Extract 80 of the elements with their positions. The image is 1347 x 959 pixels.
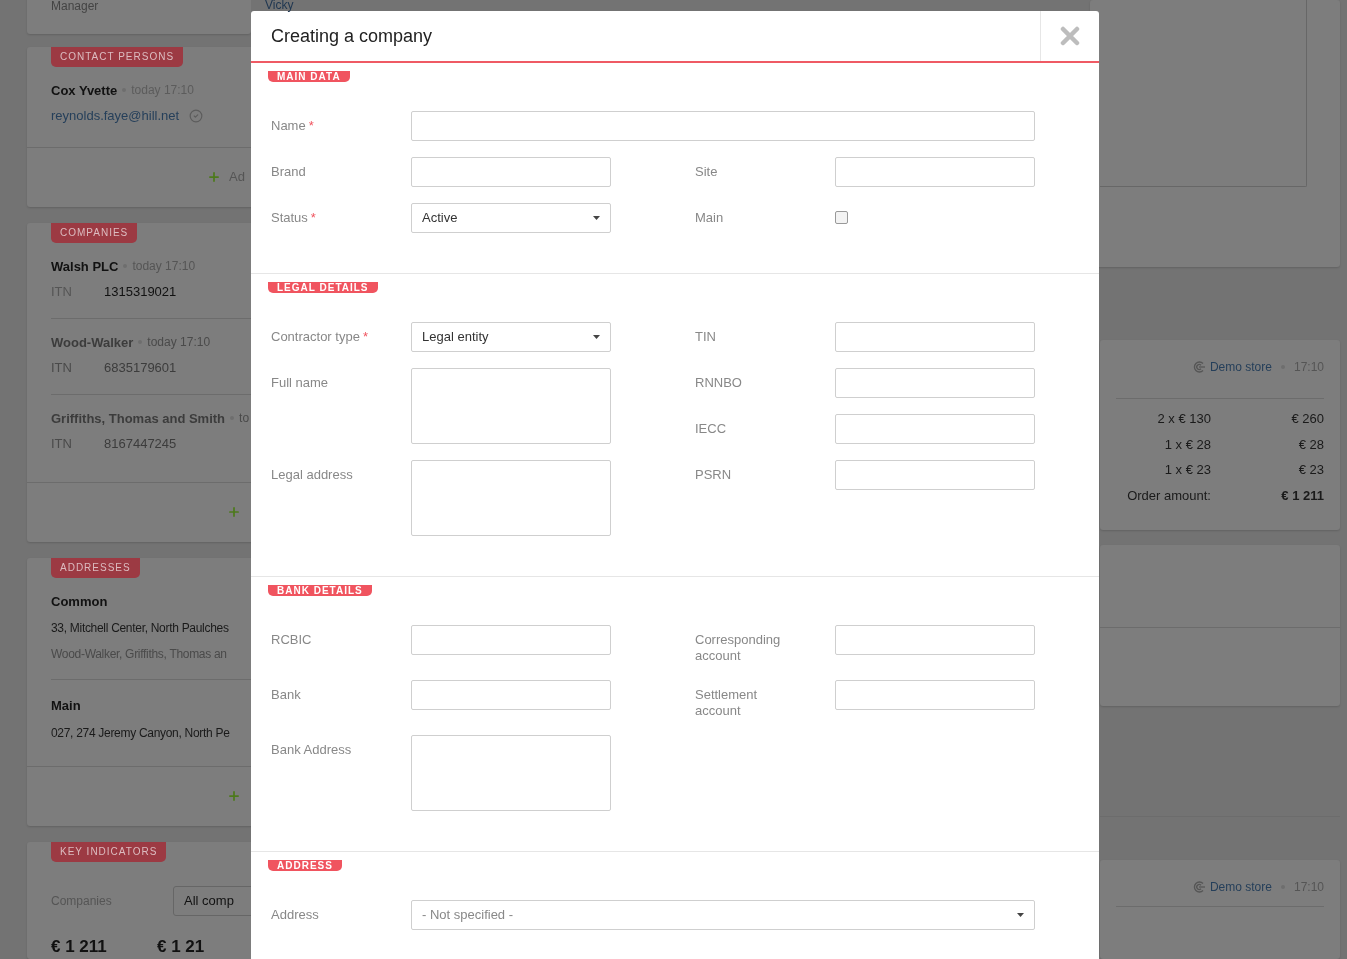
field-label: Address (271, 906, 320, 923)
section-badge: MAIN DATA (268, 71, 350, 82)
field-label: IECC (695, 420, 728, 437)
itn-value: 1315319021 (104, 283, 177, 301)
store-logo-icon (1191, 880, 1206, 895)
field-label: TIN (695, 328, 717, 345)
plus-icon (227, 789, 241, 803)
text-field[interactable] (835, 157, 1035, 187)
field-label: PSRN (695, 466, 733, 483)
total-label: Order amount: (1126, 486, 1211, 505)
manager-value[interactable]: Vicky (265, 0, 294, 11)
indicator-value: € 1 21 (157, 935, 206, 958)
text-field[interactable] (411, 111, 1035, 141)
field-label: Bank Address (271, 741, 353, 758)
item-sum: € 28 (1297, 435, 1324, 454)
caret-icon (593, 335, 600, 339)
text-area[interactable] (411, 368, 611, 444)
field-label: RCBIC (271, 631, 313, 648)
text-field[interactable] (411, 625, 611, 655)
field-label: Corresponding account (695, 631, 782, 664)
caret-icon (593, 216, 600, 220)
text-field[interactable] (411, 157, 611, 187)
field-label: Bank (271, 686, 302, 703)
field-label: Status * (271, 209, 317, 226)
field-label: RNNBO (695, 374, 743, 391)
store-link[interactable]: Demo store (1209, 878, 1272, 897)
company-name: Wood-Walker (51, 333, 134, 352)
text-field[interactable] (835, 368, 1035, 398)
close-icon (1060, 26, 1080, 46)
store-link[interactable]: Demo store (1209, 358, 1272, 377)
plus-icon (227, 505, 241, 519)
text-field[interactable] (835, 625, 1035, 655)
store-logo-icon (1191, 360, 1206, 375)
itn-value: 6835179601 (104, 359, 177, 377)
manager-label: Manager (51, 0, 99, 12)
item-quantity: 1 x € 23 (1163, 461, 1211, 480)
itn-value: 8167447245 (104, 435, 177, 453)
text-field[interactable] (411, 680, 611, 710)
item-quantity: 2 x € 130 (1156, 410, 1211, 429)
field-label: Brand (271, 163, 307, 180)
text-field[interactable] (835, 460, 1035, 490)
plus-icon (207, 170, 221, 184)
item-sum: € 23 (1297, 461, 1324, 480)
section-badge: COMPANIES (51, 222, 138, 243)
field-label: Full name (271, 374, 330, 391)
field-label: Site (695, 163, 719, 180)
select-field[interactable]: - Not specified - (411, 900, 1035, 930)
company-name: Walsh PLC (51, 257, 119, 276)
checkbox[interactable] (835, 211, 848, 224)
section-badge: ADDRESS (268, 860, 342, 871)
select-field[interactable]: Active (411, 203, 611, 233)
contact-name: Cox Yvette (51, 81, 118, 100)
indicator-value: € 1 211 (51, 935, 108, 958)
company-name: Griffiths, Thomas and Smith (51, 409, 226, 428)
section-badge: CONTACT PERSONS (51, 46, 184, 67)
address-line: 027, 274 Jeremy Canyon, North Pe (51, 724, 230, 742)
field-label: Main (695, 209, 725, 226)
section-badge: ADDRESSES (51, 557, 140, 578)
select-field[interactable]: Legal entity (411, 322, 611, 352)
section-badge: KEY INDICATORS (51, 841, 167, 862)
caret-icon (1017, 913, 1024, 917)
text-field[interactable] (835, 322, 1035, 352)
email-link[interactable]: reynolds.faye@hill.net (51, 106, 180, 126)
item-quantity: 1 x € 28 (1163, 435, 1211, 454)
field-label: Name * (271, 117, 315, 134)
text-area[interactable] (411, 460, 611, 536)
address-title: Common (51, 592, 109, 611)
field-label: Legal address (271, 466, 354, 483)
section-badge: LEGAL DETAILS (268, 282, 378, 293)
text-field[interactable] (835, 414, 1035, 444)
address-title: Main (51, 697, 82, 715)
item-sum: € 260 (1290, 410, 1324, 429)
text-area[interactable] (411, 735, 611, 811)
address-line: 33, Mitchell Center, North Paulches (51, 620, 229, 637)
field-label: Settlement account (695, 686, 759, 719)
section-badge: BANK DETAILS (268, 585, 372, 596)
field-label: Contractor type * (271, 328, 369, 345)
modal-title: Creating a company (271, 24, 433, 48)
total-value: € 1 211 (1280, 486, 1324, 505)
text-field[interactable] (835, 680, 1035, 710)
